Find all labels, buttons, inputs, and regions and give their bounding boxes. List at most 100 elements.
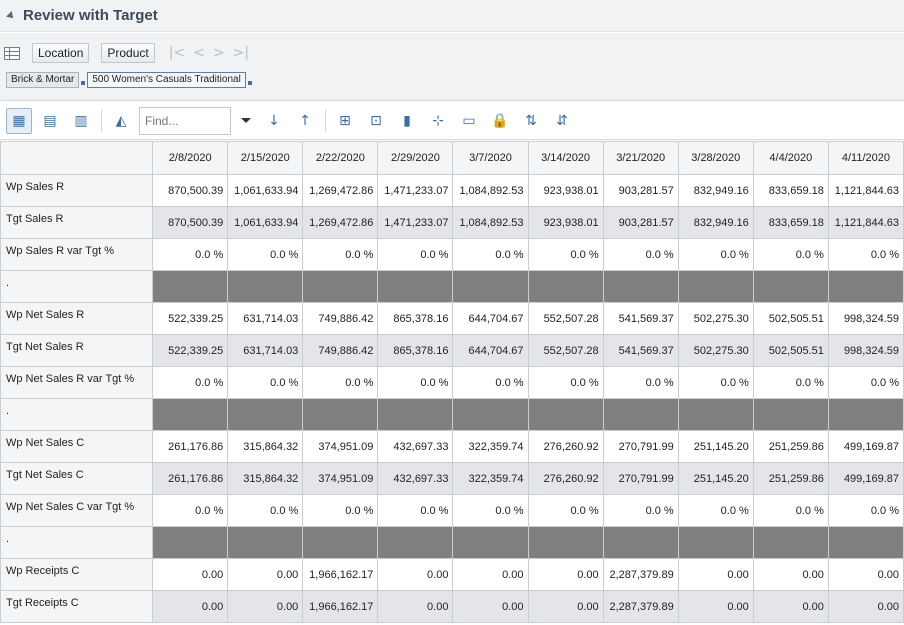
table-cell[interactable]: 0.0 % (227, 366, 304, 399)
table-cell[interactable]: 374,951.09 (302, 462, 379, 495)
table-cell[interactable]: 0.0 % (152, 366, 229, 399)
table-cell[interactable]: 0.0 % (152, 238, 229, 271)
table-cell[interactable]: 644,704.67 (452, 334, 529, 367)
column-header[interactable]: 3/7/2020 (452, 141, 529, 175)
table-cell[interactable]: 541,569.37 (602, 334, 679, 367)
table-cell[interactable]: 270,791.99 (602, 430, 679, 463)
table-cell[interactable]: 251,145.20 (677, 462, 754, 495)
table-cell[interactable]: 833,659.18 (752, 206, 829, 239)
table-cell[interactable]: 2,287,379.89 (602, 558, 679, 591)
column-header[interactable]: 4/4/2020 (752, 141, 829, 175)
table-cell[interactable]: 502,275.30 (677, 302, 754, 335)
table-cell[interactable]: 0.0 % (452, 494, 529, 527)
table-cell[interactable]: 0.0 % (602, 238, 679, 271)
table-cell[interactable]: 0.0 % (752, 494, 829, 527)
table-cell[interactable]: 0.0 % (152, 494, 229, 527)
column-header[interactable]: 3/28/2020 (677, 141, 754, 175)
breadcrumb-item-channel[interactable]: Brick & Mortar (6, 72, 80, 88)
table-cell[interactable]: 0.0 % (602, 494, 679, 527)
grid-view-icon[interactable] (4, 46, 20, 60)
table-cell[interactable]: 499,169.87 (827, 430, 904, 463)
table-cell[interactable]: 644,704.67 (452, 302, 529, 335)
table-cell[interactable]: 1,966,162.17 (302, 558, 379, 591)
previous-page-icon[interactable]: < (193, 45, 205, 61)
table-cell[interactable]: 1,084,892.53 (452, 174, 529, 207)
table-cell[interactable]: 0.0 % (602, 366, 679, 399)
table-cell[interactable]: 315,864.32 (227, 430, 304, 463)
table-cell[interactable]: 0.00 (152, 590, 229, 623)
table-cell[interactable]: 0.0 % (527, 366, 604, 399)
table-cell[interactable]: 0.0 % (377, 494, 454, 527)
table-cell[interactable]: 251,259.86 (752, 462, 829, 495)
table-cell[interactable]: 0.0 % (827, 494, 904, 527)
table-cell[interactable]: 276,260.92 (527, 462, 604, 495)
table-cell[interactable]: 1,471,233.07 (377, 174, 454, 207)
select-cells-icon[interactable]: ⊡ (363, 108, 389, 134)
table-cell[interactable]: 0.0 % (527, 238, 604, 271)
table-cell[interactable]: 432,697.33 (377, 430, 454, 463)
table-cell[interactable]: 499,169.87 (827, 462, 904, 495)
table-cell[interactable]: 870,500.39 (152, 206, 229, 239)
last-page-icon[interactable]: >| (233, 45, 249, 61)
split-view-icon[interactable]: ⊹ (425, 108, 451, 134)
pivot-icon[interactable]: ⊞ (332, 108, 358, 134)
table-cell[interactable]: 270,791.99 (602, 462, 679, 495)
table-cell[interactable]: 631,714.03 (227, 334, 304, 367)
table-view-icon[interactable]: ▦ (6, 107, 32, 134)
table-cell[interactable]: 903,281.57 (602, 174, 679, 207)
table-cell[interactable]: 0.00 (227, 558, 304, 591)
table-cell[interactable]: 522,339.25 (152, 302, 229, 335)
table-cell[interactable]: 0.0 % (527, 494, 604, 527)
table-cell[interactable]: 0.0 % (227, 494, 304, 527)
sort-ascending-icon[interactable]: ⇅ (518, 108, 544, 134)
table-cell[interactable]: 0.0 % (302, 494, 379, 527)
table-cell[interactable]: 251,145.20 (677, 430, 754, 463)
table-cell[interactable]: 0.0 % (302, 366, 379, 399)
area-chart-icon[interactable]: ◭ (108, 108, 134, 134)
table-cell[interactable]: 322,359.74 (452, 462, 529, 495)
table-cell[interactable]: 749,886.42 (302, 334, 379, 367)
find-previous-icon[interactable]: ↑ (292, 108, 318, 134)
table-cell[interactable]: 502,505.51 (752, 302, 829, 335)
table-cell[interactable]: 0.00 (527, 558, 604, 591)
table-cell[interactable]: 1,061,633.94 (227, 174, 304, 207)
table-cell[interactable]: 315,864.32 (227, 462, 304, 495)
table-cell[interactable]: 261,176.86 (152, 462, 229, 495)
table-cell[interactable]: 502,505.51 (752, 334, 829, 367)
table-cell[interactable]: 552,507.28 (527, 302, 604, 335)
table-cell[interactable]: 0.0 % (452, 238, 529, 271)
table-cell[interactable]: 541,569.37 (602, 302, 679, 335)
column-header[interactable]: 3/21/2020 (602, 141, 679, 175)
first-page-icon[interactable]: |< (169, 45, 185, 61)
table-cell[interactable]: 0.00 (827, 590, 904, 623)
table-cell[interactable]: 0.0 % (677, 494, 754, 527)
chevron-down-icon[interactable] (241, 118, 251, 123)
table-cell[interactable]: 0.0 % (227, 238, 304, 271)
column-header[interactable]: 2/29/2020 (377, 141, 454, 175)
table-cell[interactable]: 1,269,472.86 (302, 174, 379, 207)
table-cell[interactable]: 0.0 % (752, 366, 829, 399)
xyz-icon[interactable]: ▭ (456, 108, 482, 134)
table-cell[interactable]: 0.0 % (752, 238, 829, 271)
table-cell[interactable]: 522,339.25 (152, 334, 229, 367)
table-cell[interactable]: 0.0 % (677, 366, 754, 399)
table-cell[interactable]: 832,949.16 (677, 174, 754, 207)
table-cell[interactable]: 0.00 (452, 590, 529, 623)
product-dimension-button[interactable]: Product (101, 43, 155, 63)
table-cell[interactable]: 0.0 % (302, 238, 379, 271)
table-cell[interactable]: 374,951.09 (302, 430, 379, 463)
ruler-icon[interactable]: ▮ (394, 108, 420, 134)
location-dimension-button[interactable]: Location (32, 43, 90, 63)
table-cell[interactable]: 0.00 (377, 590, 454, 623)
table-cell[interactable]: 923,938.01 (527, 174, 604, 207)
lock-icon[interactable]: 🔒 (487, 108, 513, 134)
table-cell[interactable]: 0.0 % (827, 366, 904, 399)
table-cell[interactable]: 631,714.03 (227, 302, 304, 335)
sort-descending-icon[interactable]: ⇵ (549, 108, 575, 134)
table-cell[interactable]: 0.0 % (452, 366, 529, 399)
bar-chart-icon[interactable]: ▥ (68, 108, 94, 134)
column-header[interactable]: 2/22/2020 (302, 141, 379, 175)
table-cell[interactable]: 0.00 (452, 558, 529, 591)
table-cell[interactable]: 0.0 % (377, 366, 454, 399)
table-cell[interactable]: 1,966,162.17 (302, 590, 379, 623)
